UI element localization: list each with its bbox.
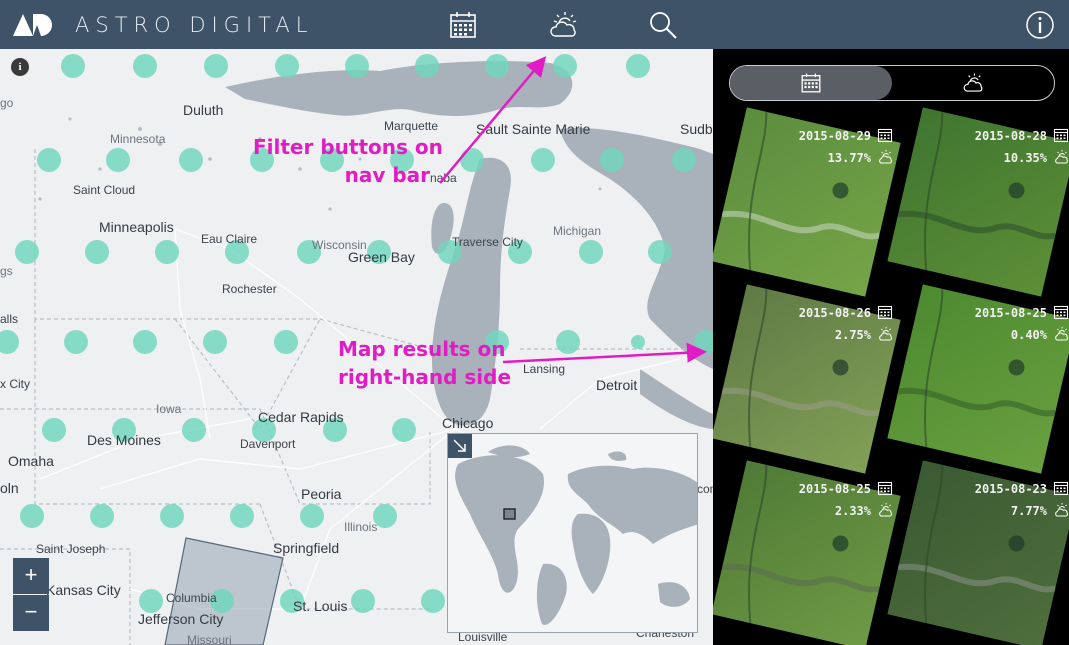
scene-date: 2015-08-25 xyxy=(974,306,1047,320)
annotation-line: Map results on xyxy=(338,337,506,361)
scene-date: 2015-08-23 xyxy=(974,482,1047,496)
calendar-icon xyxy=(801,73,821,93)
partly-cloudy-icon xyxy=(1047,149,1069,168)
calendar-icon xyxy=(1047,480,1069,499)
scene-cloud-cover: 10.35% xyxy=(1003,151,1047,165)
annotation-filter-text: Filter buttons on nav bar xyxy=(253,133,443,189)
calendar-icon xyxy=(871,480,893,499)
scene-cloud-cover: 2.75% xyxy=(834,328,871,342)
scene-date: 2015-08-26 xyxy=(798,306,871,320)
scene-result-card[interactable]: 2015-08-25 0.40% xyxy=(887,284,1069,474)
partly-cloudy-icon xyxy=(963,73,983,92)
annotation-line: nav bar xyxy=(344,163,430,187)
annotation-arrow-results xyxy=(502,342,707,364)
partly-cloudy-icon xyxy=(871,149,893,168)
scene-date: 2015-08-29 xyxy=(798,129,871,143)
scene-meta: 2015-08-26 2.75% xyxy=(799,302,893,346)
calendar-icon xyxy=(871,127,893,146)
partly-cloudy-icon xyxy=(1047,326,1069,345)
scene-meta: 2015-08-28 10.35% xyxy=(975,125,1069,169)
scene-result-card[interactable]: 2015-08-26 2.75% xyxy=(713,284,901,474)
results-panel: 2015-08-29 13.77% 2015-08-28 10.35% 2015-08-… xyxy=(713,49,1069,645)
scene-cloud-cover: 0.40% xyxy=(1010,328,1047,342)
annotation-results-text: Map results on right-hand side xyxy=(338,335,512,391)
sort-toggle xyxy=(729,65,1055,101)
calendar-icon xyxy=(1047,304,1069,323)
scene-meta: 2015-08-23 7.77% xyxy=(975,478,1069,522)
annotation-arrow-filters xyxy=(439,56,547,184)
annotation-line: Filter buttons on xyxy=(253,135,443,159)
partly-cloudy-icon xyxy=(871,502,893,521)
partly-cloudy-icon xyxy=(871,326,893,345)
sort-by-cloud-button[interactable] xyxy=(892,66,1054,100)
calendar-icon xyxy=(871,304,893,323)
scene-result-card[interactable]: 2015-08-28 10.35% xyxy=(887,107,1069,297)
scene-meta: 2015-08-29 13.77% xyxy=(799,125,893,169)
scene-result-card[interactable]: 2015-08-23 7.77% xyxy=(887,460,1069,645)
sort-by-date-button[interactable] xyxy=(730,66,892,100)
annotation-line: right-hand side xyxy=(338,365,512,389)
scene-cloud-cover: 13.77% xyxy=(827,151,871,165)
scene-date: 2015-08-25 xyxy=(798,482,871,496)
calendar-icon xyxy=(1047,127,1069,146)
scene-cloud-cover: 2.33% xyxy=(834,504,871,518)
scene-result-card[interactable]: 2015-08-29 13.77% xyxy=(713,107,901,297)
scene-meta: 2015-08-25 0.40% xyxy=(975,302,1069,346)
partly-cloudy-icon xyxy=(1047,502,1069,521)
scene-meta: 2015-08-25 2.33% xyxy=(799,478,893,522)
scene-result-card[interactable]: 2015-08-25 2.33% xyxy=(713,460,901,645)
scene-cloud-cover: 7.77% xyxy=(1010,504,1047,518)
scene-date: 2015-08-28 xyxy=(974,129,1047,143)
